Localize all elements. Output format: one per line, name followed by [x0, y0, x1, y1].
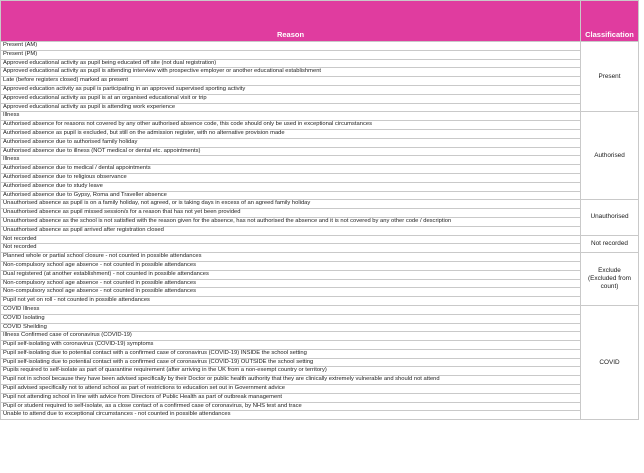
reason-cell: Authorised absence due to authorised fam…: [0, 137, 581, 148]
table-row: Late (before registers closed) marked as…: [0, 76, 639, 86]
table-row: Pupil self-isolating due to potential co…: [0, 348, 639, 359]
table-row: Non-compulsory school age absence - not …: [0, 260, 639, 271]
table-row: Unauthorised absence as pupil is on a fa…: [0, 199, 639, 236]
table-row: Pupil self-isolating due to potential co…: [0, 357, 639, 368]
table-row: Unauthorised absence as the school is no…: [0, 216, 639, 227]
reason-cell: Unauthorised absence as pupil missed ses…: [0, 208, 581, 218]
reason-cell: COVID Isolating: [0, 313, 581, 324]
reason-cell: Present (AM): [0, 41, 581, 51]
table-row: Authorised absence due to religious obse…: [0, 172, 639, 183]
reason-cell: Authorised absence due to Gypsy, Roma an…: [0, 190, 581, 201]
reason-cell: Illness Confirmed case of coronavirus (C…: [0, 331, 581, 342]
table-row: Not recorded Not recorded: [0, 234, 639, 254]
reason-cell: Present (PM): [0, 49, 581, 60]
reason-cell: Authorised absence due to religious obse…: [0, 172, 581, 183]
table-row: Present (AM) Present: [0, 40, 639, 113]
reason-cell: Non-compulsory school age absence - not …: [0, 260, 581, 271]
reason-cell: Approved educational activity as pupil i…: [0, 93, 581, 104]
reason-cell: Not recorded: [0, 243, 581, 254]
reason-cell: Dual registered (at another establishmen…: [0, 269, 581, 280]
reason-cell: Late (before registers closed) marked as…: [0, 76, 581, 86]
reason-header: Reason: [0, 0, 581, 42]
reason-cell: Unauthorised absence as pupil arrived af…: [0, 225, 581, 236]
classification-cell: Exclude (Excluded from count): [580, 252, 639, 306]
attendance-codes-table: Reason Classification Present (AM) Presen…: [0, 0, 639, 421]
table-row: Pupil not in school because they have be…: [0, 375, 639, 386]
table-row: Authorised absence for reasons not cover…: [0, 120, 639, 130]
reason-cell: Illness: [0, 155, 581, 166]
table-row: Present (PM): [0, 49, 639, 60]
reason-cell: Authorised absence due to illness (NOT m…: [0, 146, 581, 157]
reason-cell: Authorised absence due to medical / dent…: [0, 164, 581, 174]
reason-cell: Pupil not in school because they have be…: [0, 375, 581, 386]
table-row: Approved educational activity as pupil i…: [0, 102, 639, 113]
classification-cell: Not recorded: [580, 234, 639, 254]
reason-cell: Approved educational activity as pupil b…: [0, 58, 581, 69]
reason-cell: Authorised absence for reasons not cover…: [0, 120, 581, 130]
reason-cell: Pupil advised specifically not to attend…: [0, 384, 581, 394]
reason-cell: Approved educational activity as pupil i…: [0, 102, 581, 113]
reason-cell: Pupil not attending school in line with …: [0, 392, 581, 403]
table-row: Authorised absence as pupil is excluded,…: [0, 128, 639, 139]
table-row: Approved educational activity as pupil i…: [0, 93, 639, 104]
reason-cell: Pupils required to self-isolate as part …: [0, 366, 581, 377]
classification-cell: Unauthorised: [580, 199, 639, 236]
reason-cell: Approved educational activity as pupil i…: [0, 67, 581, 78]
reason-cell: Pupil or student required to self-isolat…: [0, 401, 581, 412]
table-row: Authorised absence due to authorised fam…: [0, 137, 639, 148]
table-row: Pupil not yet on roll - not counted in p…: [0, 296, 639, 306]
table-row: Illness: [0, 155, 639, 166]
reason-cell: Illness: [0, 111, 581, 122]
table-row: Illness Confirmed case of coronavirus (C…: [0, 331, 639, 342]
table-row: Pupil advised specifically not to attend…: [0, 384, 639, 394]
reason-cell: Pupil not yet on roll - not counted in p…: [0, 296, 581, 306]
reason-cell: COVID Illness: [0, 304, 581, 315]
table-row: Pupil or student required to self-isolat…: [0, 401, 639, 412]
table-row: Pupil self-isolating with coronavirus (C…: [0, 340, 639, 350]
table-row: COVID Illness COVID: [0, 304, 639, 421]
reason-cell: Planned whole or partial school closure …: [0, 252, 581, 262]
reason-cell: Approved education activity as pupil is …: [0, 84, 581, 95]
table-row: Authorised absence due to illness (NOT m…: [0, 146, 639, 157]
table-row: Approved education activity as pupil is …: [0, 84, 639, 95]
table-row: Dual registered (at another establishmen…: [0, 269, 639, 280]
reason-cell: Pupil self-isolating with coronavirus (C…: [0, 340, 581, 350]
reason-cell: COVID Sheilding: [0, 322, 581, 333]
table-row: Pupils required to self-isolate as part …: [0, 366, 639, 377]
reason-cell: Unable to attend due to exceptional circ…: [0, 410, 581, 421]
classification-cell: Authorised: [580, 111, 639, 201]
table-row: COVID Sheilding: [0, 322, 639, 333]
table-row: Unauthorised absence as pupil arrived af…: [0, 225, 639, 236]
table-row: Non-compulsory school age absence - not …: [0, 287, 639, 298]
reason-cell: Pupil self-isolating due to potential co…: [0, 357, 581, 368]
table-row: Approved educational activity as pupil i…: [0, 67, 639, 78]
reason-cell: Not recorded: [0, 234, 581, 245]
table-row: Unauthorised absence as pupil missed ses…: [0, 208, 639, 218]
table-row: Authorised absence due to Gypsy, Roma an…: [0, 190, 639, 201]
table-row: Authorised absence due to study leave: [0, 181, 639, 192]
classification-header: Classification: [580, 0, 639, 42]
table-row: Authorised absence due to medical / dent…: [0, 164, 639, 174]
header-row: Reason Classification: [0, 0, 639, 42]
table-row: Planned whole or partial school closure …: [0, 252, 639, 306]
table-body: Present (AM) Present Present (PM) Approved …: [0, 40, 639, 421]
table-row: Illness Authorised: [0, 111, 639, 201]
classification-cell: Present: [580, 40, 639, 113]
reason-cell: Authorised absence due to study leave: [0, 181, 581, 192]
table-row: Not recorded: [0, 243, 639, 254]
table-row: Unable to attend due to exceptional circ…: [0, 410, 639, 421]
reason-cell: Non-compulsory school age absence - not …: [0, 287, 581, 298]
reason-cell: Non-compulsory school age absence - not …: [0, 278, 581, 289]
table-row: Pupil not attending school in line with …: [0, 392, 639, 403]
table-row: Non-compulsory school age absence - not …: [0, 278, 639, 289]
reason-cell: Unauthorised absence as the school is no…: [0, 216, 581, 227]
reason-cell: Unauthorised absence as pupil is on a fa…: [0, 199, 581, 210]
reason-cell: Pupil self-isolating due to potential co…: [0, 348, 581, 359]
table-row: COVID Isolating: [0, 313, 639, 324]
table-row: Approved educational activity as pupil b…: [0, 58, 639, 69]
reason-cell: Authorised absence as pupil is excluded,…: [0, 128, 581, 139]
classification-cell: COVID: [580, 304, 639, 421]
